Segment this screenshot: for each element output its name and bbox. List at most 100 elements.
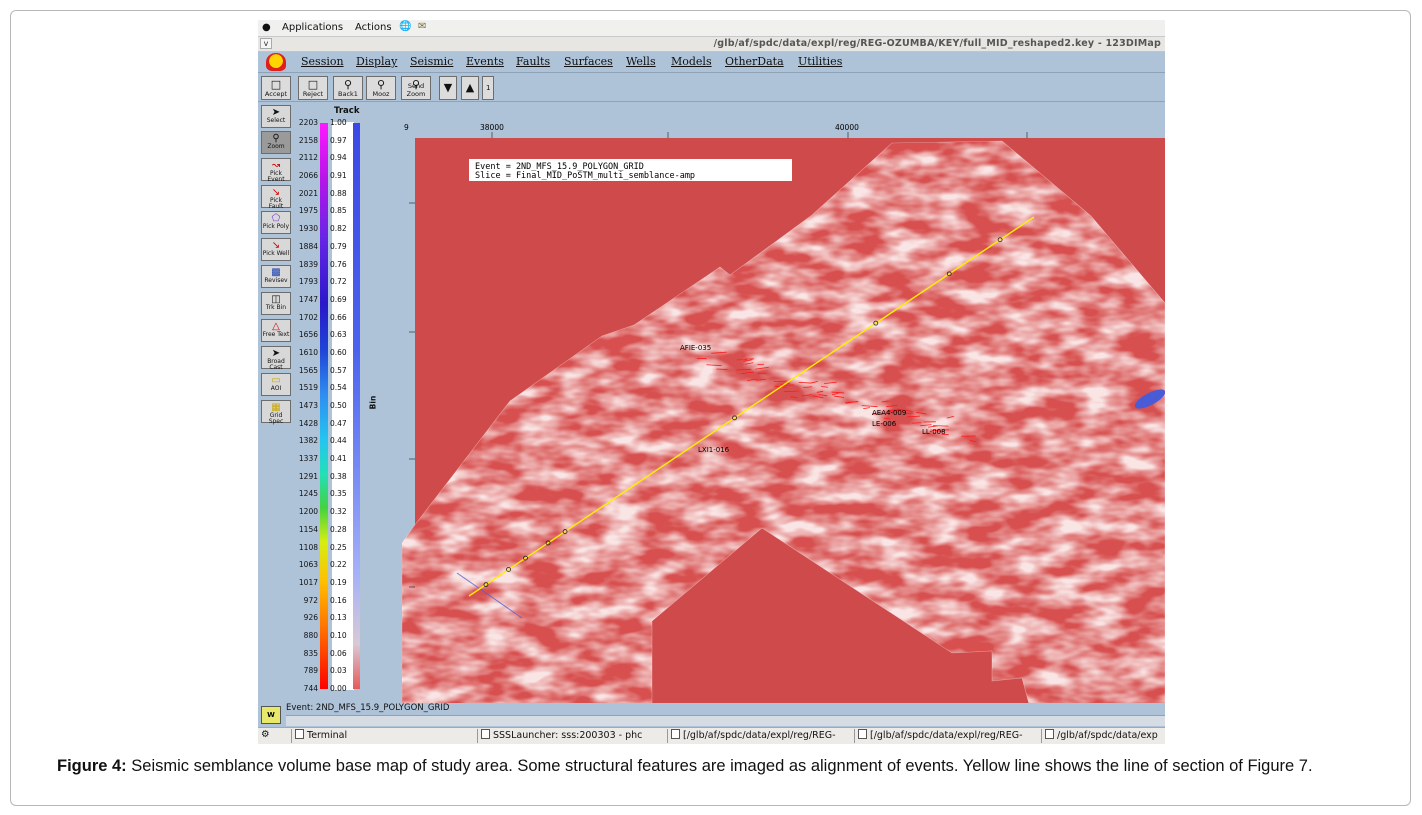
colorbar-right-tick: 0.57 [330,365,347,375]
message-field[interactable] [286,715,1165,726]
colorbar-right-tick: 0.06 [330,648,347,658]
window-title-bar: v /glb/af/spdc/data/expl/reg/REG-OZUMBA/… [258,37,1165,52]
pick-fault-button[interactable]: ↘ Pick Fault [261,185,291,210]
x-tick-40000: 40000 [835,123,859,132]
select-tool-button[interactable]: ➤ Select [261,105,291,128]
track-bin-button[interactable]: ◫ Trk Bin [261,292,291,315]
window-menu-button[interactable]: v [260,38,272,49]
colorbar-right-tick: 0.76 [330,259,347,269]
pick-event-button[interactable]: ↝ Pick Event [261,158,291,183]
pick-poly-button[interactable]: ⬠ Pick Poly [261,211,291,234]
menu-otherdata[interactable]: OtherData [725,55,784,68]
colorbar-right-tick: 0.50 [330,401,347,410]
window-icon [671,729,680,739]
app-screenshot: ● Applications Actions 🌐 ✉ v /glb/af/spd… [258,20,1165,744]
taskbar-ssslauncher[interactable]: SSSLauncher: sss:200303 - phc [477,729,667,743]
taskbar-launcher-icon[interactable]: ⚙ [258,729,292,743]
scroll-up-button[interactable]: ▲ [461,76,479,100]
colorbar-left-tick: 1519 [298,383,318,393]
menu-seismic[interactable]: Seismic [410,55,453,68]
colorbar-right-tick: 0.82 [330,224,347,234]
caption-label: Figure 4: [57,757,127,775]
colorbar-left-tick: 2112 [298,153,318,163]
fault-label-lxi1: LXI1-016 [698,446,730,454]
map-panel[interactable]: 9 38000 40000 18000 17000 16000 15000 Ev… [402,103,1165,722]
colorbar-left-tick: 1473 [298,401,318,410]
top-axis-strip [402,103,1165,138]
colorbar-left-tick: 1200 [298,507,318,517]
base-map[interactable]: 9 38000 40000 18000 17000 16000 15000 Ev… [402,103,1165,721]
menu-session[interactable]: Session [301,55,344,68]
colorbar-right-tick: 0.44 [330,436,347,446]
legend-slice: Slice = Final_MID_PoSTM_multi_semblance-… [475,171,695,181]
x-tick-9: 9 [404,123,409,132]
menu-surfaces[interactable]: Surfaces [564,55,613,68]
colorbar-right-tick: 0.91 [330,171,347,181]
colorbar-left-tick: 1154 [298,524,318,534]
fault-label-ll: LL-008 [922,428,946,436]
w-button[interactable]: W [261,706,281,724]
zoom-out-button[interactable]: ⚲ Mooz [366,76,396,100]
menu-wells[interactable]: Wells [626,55,656,68]
menu-events[interactable]: Events [466,55,504,68]
taskbar-terminal[interactable]: Terminal [291,729,477,743]
mail-icon[interactable]: ✉ [418,21,426,32]
taskbar-reg-window-3[interactable]: /glb/af/spdc/data/exp [1041,729,1165,743]
caption-text: Seismic semblance volume base map of stu… [126,757,1313,775]
grid-spec-button[interactable]: ▦ Grid Spec [261,400,291,425]
colorbar-panel: Track 2203 1.00 2158 0.97 2112 0.94 2066 0.91 20… [294,103,402,703]
colorbar-left-tick: 744 [303,684,318,693]
pick-well-button[interactable]: ↘ Pick Well [261,238,291,261]
taskbar-reg-window-2[interactable]: [/glb/af/spdc/data/expl/reg/REG- [854,729,1041,743]
colorbar-left-tick: 789 [303,666,318,676]
toolbar: □ Accept □ Reject ⚲ Back1 ⚲ Mooz ⚲ Send … [258,74,1165,102]
window-icon [1045,729,1054,739]
revisev-button[interactable]: ▩ Revisev [261,265,291,288]
send-zoom-button[interactable]: ⚲ Send Zoom [401,76,431,100]
colorbar-right-tick: 0.97 [330,135,347,145]
colorbar-right-tick: 0.38 [330,471,347,481]
menu-faults[interactable]: Faults [516,55,550,68]
colorbar-right-tick: 0.63 [330,330,347,340]
accept-button[interactable]: □ Accept [261,76,291,100]
globe-icon[interactable]: 🌐 [399,21,411,32]
colorbar-left-tick: 1017 [298,577,318,587]
colorbar-right-tick: 0.00 [330,684,347,693]
colorbar-right-tick: 0.13 [330,613,347,623]
reject-button[interactable]: □ Reject [298,76,328,100]
square-icon: □ [270,78,282,91]
colorbar-left-tick: 880 [303,630,318,640]
colorbar-left-tick: 1656 [298,330,318,340]
applications-menu[interactable]: Applications [282,22,343,33]
colorbar-left-tick: 2203 [298,118,318,127]
colorbar-right-tick: 0.88 [330,188,347,198]
colorbar-left-tick: 1975 [298,206,318,216]
window-icon [858,729,867,739]
track-colorbar [353,123,360,689]
fault-pick-mark [736,369,752,371]
colorbar-left-tick: 1245 [298,489,318,499]
colorbar-right-tick: 0.79 [330,241,347,251]
broadcast-button[interactable]: ➤ Broad Cast [261,346,291,371]
back-zoom-button[interactable]: ⚲ Back1 [333,76,363,100]
step-stepper[interactable]: 1 [482,76,494,100]
colorbar-left-tick: 1702 [298,312,318,322]
taskbar-reg-window-1[interactable]: [/glb/af/spdc/data/expl/reg/REG- [667,729,854,743]
colorbar-right-tick: 0.35 [330,489,347,499]
colorbar-left-tick: 1337 [298,454,318,464]
figure-caption: Figure 4: Seismic semblance volume base … [57,755,1377,778]
aoi-button[interactable]: ▭ AOI [261,373,291,396]
window-title: /glb/af/spdc/data/expl/reg/REG-OZUMBA/KE… [713,38,1161,49]
actions-menu[interactable]: Actions [355,22,392,33]
menu-models[interactable]: Models [671,55,712,68]
zoom-tool-button[interactable]: ⚲ Zoom [261,131,291,154]
colorbar-right-tick: 0.60 [330,347,347,357]
fault-pick-mark [716,368,728,370]
colorbar-left-tick: 1428 [298,418,318,428]
free-text-button[interactable]: △ Free Text [261,319,291,342]
menu-display[interactable]: Display [356,55,397,68]
scroll-down-button[interactable]: ▼ [439,76,457,100]
menu-utilities[interactable]: Utilities [798,55,842,68]
redhat-icon[interactable]: ● [262,22,271,33]
colorbar-right-tick: 0.03 [330,666,347,676]
